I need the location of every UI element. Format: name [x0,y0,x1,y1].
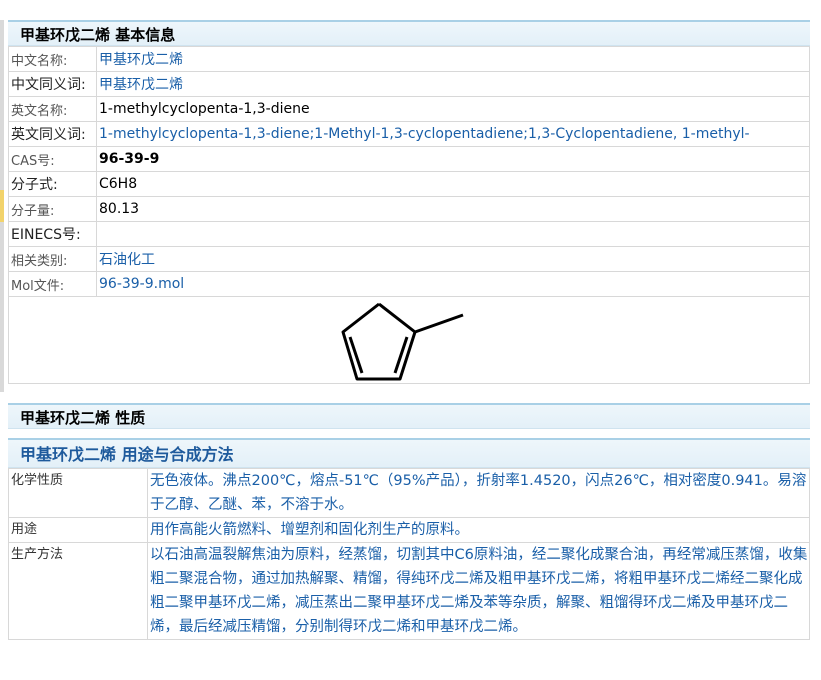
table-row: 相关类别: 石油化工 [8,246,810,272]
molecular-weight-value: 80.13 [96,196,810,222]
row-label: 分子量: [8,196,97,222]
usage-title: 甲基环戊二烯 用途与合成方法 [8,438,810,468]
row-label: 英文名称: [8,96,97,122]
left-edge-strip-lower [0,222,4,392]
row-label: CAS号: [8,146,97,172]
row-label: Mol文件: [8,271,97,297]
table-row: 化学性质 无色液体。沸点200℃，熔点-51℃（95%产品），折射率1.4520… [8,468,810,518]
table-row: 生产方法 以石油高温裂解焦油为原料，经蒸馏，切割其中C6原料油，经二聚化成聚合油… [8,542,810,640]
table-row: CAS号: 96-39-9 [8,146,810,172]
row-label: 英文同义词: [8,121,97,147]
structure-diagram [341,302,464,381]
table-row [8,296,810,384]
row-value: 甲基环戊二烯 [96,46,810,72]
row-label: 生产方法 [8,542,148,640]
usage-table: 化学性质 无色液体。沸点200℃，熔点-51℃（95%产品），折射率1.4520… [8,468,810,640]
row-label: 中文名称: [8,46,97,72]
chemical-properties-value: 无色液体。沸点200℃，熔点-51℃（95%产品），折射率1.4520，闪点26… [147,468,810,518]
basic-info-title: 甲基环戊二烯 基本信息 [8,20,810,46]
row-value: 96-39-9.mol [96,271,810,297]
row-value: 石油化工 [96,246,810,272]
formula-value: C6H8 [96,171,810,197]
usage-panel: 甲基环戊二烯 用途与合成方法 化学性质 无色液体。沸点200℃，熔点-51℃（9… [8,438,810,640]
english-name-value: 1-methylcyclopenta-1,3-diene [96,96,810,122]
table-row: 中文名称: 甲基环戊二烯 [8,46,810,72]
row-label: 化学性质 [8,468,148,518]
row-value: 甲基环戊二烯 [96,71,810,97]
einecs-value [96,221,810,247]
chinese-name-link[interactable]: 甲基环戊二烯 [99,52,183,68]
category-link[interactable]: 石油化工 [99,252,155,268]
row-label: 分子式: [8,171,97,197]
left-edge-strip [0,20,4,190]
chinese-synonym-link[interactable]: 甲基环戊二烯 [99,77,183,93]
table-row: 英文同义词: 1-methylcyclopenta-1,3-diene;1-Me… [8,121,810,147]
row-label: 相关类别: [8,246,97,272]
mol-file-link[interactable]: 96-39-9.mol [99,276,184,292]
cas-number-value: 96-39-9 [96,146,810,172]
production-method-value: 以石油高温裂解焦油为原料，经蒸馏，切割其中C6原料油，经二聚化成聚合油，再经常减… [147,542,810,640]
table-row: 中文同义词: 甲基环戊二烯 [8,71,810,97]
table-row: 英文名称: 1-methylcyclopenta-1,3-diene [8,96,810,122]
basic-info-table: 中文名称: 甲基环戊二烯 中文同义词: 甲基环戊二烯 英文名称: 1-methy… [8,46,810,384]
english-synonym-link[interactable]: 1-methylcyclopenta-1,3-diene;1-Methyl-1,… [99,126,750,142]
table-row: 用途 用作高能火箭燃料、增塑剂和固化剂生产的原料。 [8,517,810,543]
table-row: 分子量: 80.13 [8,196,810,222]
structure-image-cell [8,296,810,384]
row-label: EINECS号: [8,221,97,247]
row-label: 用途 [8,517,148,543]
table-row: 分子式: C6H8 [8,171,810,197]
properties-panel: 甲基环戊二烯 性质 [8,403,810,429]
properties-title: 甲基环戊二烯 性质 [8,403,810,429]
table-row: Mol文件: 96-39-9.mol [8,271,810,297]
row-label: 中文同义词: [8,71,97,97]
basic-info-panel: 甲基环戊二烯 基本信息 中文名称: 甲基环戊二烯 中文同义词: 甲基环戊二烯 英… [8,20,810,384]
row-value: 1-methylcyclopenta-1,3-diene;1-Methyl-1,… [96,121,810,147]
left-edge-marker [0,190,4,222]
table-row: EINECS号: [8,221,810,247]
usage-value: 用作高能火箭燃料、增塑剂和固化剂生产的原料。 [147,517,810,543]
